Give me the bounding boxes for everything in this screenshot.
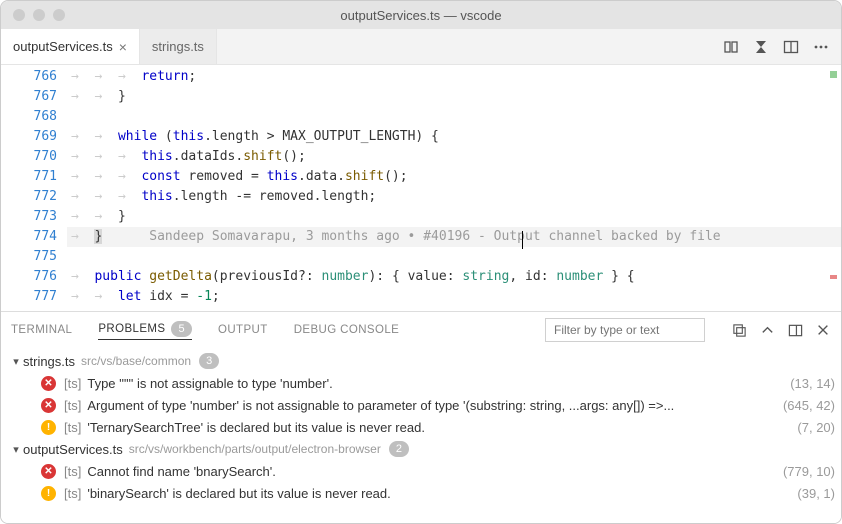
- line-number: 769: [1, 127, 67, 147]
- problems-file-header[interactable]: ▾ outputServices.ts src/vs/workbench/par…: [1, 438, 841, 460]
- line-number: 777: [1, 287, 67, 307]
- problem-message: Argument of type 'number' is not assigna…: [87, 398, 779, 413]
- problems-filter-input[interactable]: [545, 318, 705, 342]
- text-cursor: [522, 231, 523, 249]
- tab-problems[interactable]: PROBLEMS 5: [98, 321, 192, 340]
- line-number: 768: [1, 107, 67, 127]
- editor[interactable]: 766 767 768 769 770 771 772 773 774 775 …: [1, 65, 841, 311]
- compare-changes-icon[interactable]: [723, 39, 739, 55]
- overview-ruler[interactable]: [826, 65, 840, 311]
- error-icon: ✕: [41, 398, 56, 413]
- line-number: 774: [1, 227, 67, 247]
- problems-count-badge: 5: [171, 321, 192, 337]
- panel-tabbar: TERMINAL PROBLEMS 5 OUTPUT DEBUG CONSOLE: [1, 312, 841, 348]
- more-actions-icon[interactable]: [813, 39, 829, 55]
- titlebar: outputServices.ts — vscode: [1, 1, 841, 29]
- file-path: src/vs/base/common: [81, 354, 191, 368]
- problems-file-header[interactable]: ▾ strings.ts src/vs/base/common 3: [1, 350, 841, 372]
- close-icon[interactable]: ×: [119, 39, 127, 55]
- app-window: outputServices.ts — vscode outputService…: [0, 0, 842, 524]
- tab-label: outputServices.ts: [13, 39, 113, 54]
- line-number-gutter: 766 767 768 769 770 771 772 773 774 775 …: [1, 65, 67, 311]
- problem-item[interactable]: ✕ [ts] Type '""' is not assignable to ty…: [1, 372, 841, 394]
- line-number: 771: [1, 167, 67, 187]
- tab-output[interactable]: OUTPUT: [218, 324, 268, 336]
- open-changes-icon[interactable]: [753, 39, 769, 55]
- collapse-all-icon[interactable]: [731, 322, 747, 338]
- problem-location: (13, 14): [790, 376, 835, 391]
- line-number: 770: [1, 147, 67, 167]
- file-problem-count: 2: [389, 441, 409, 457]
- problem-source: [ts]: [64, 376, 81, 391]
- line-number: 772: [1, 187, 67, 207]
- problem-item[interactable]: ! [ts] 'TernarySearchTree' is declared b…: [1, 416, 841, 438]
- file-problem-count: 3: [199, 353, 219, 369]
- warning-icon: !: [41, 420, 56, 435]
- problem-source: [ts]: [64, 420, 81, 435]
- tab-terminal[interactable]: TERMINAL: [11, 324, 72, 336]
- line-number: 766: [1, 67, 67, 87]
- tabbar: outputServices.ts × strings.ts: [1, 29, 841, 65]
- minimize-window-button[interactable]: [33, 9, 45, 21]
- problem-location: (7, 20): [797, 420, 835, 435]
- tabbar-actions: [711, 29, 841, 64]
- git-blame-codelens[interactable]: Sandeep Somavarapu, 3 months ago • #4019…: [149, 229, 720, 244]
- tab-problems-label: PROBLEMS: [98, 323, 165, 335]
- close-panel-icon[interactable]: [815, 322, 831, 338]
- chevron-down-icon[interactable]: ▾: [9, 355, 23, 368]
- tab-debug-console[interactable]: DEBUG CONSOLE: [294, 324, 400, 336]
- problem-location: (779, 10): [783, 464, 835, 479]
- problem-message: 'TernarySearchTree' is declared but its …: [87, 420, 793, 435]
- problem-item[interactable]: ✕ [ts] Cannot find name 'bnarySearch'. (…: [1, 460, 841, 482]
- chevron-down-icon[interactable]: ▾: [9, 443, 23, 456]
- error-icon: ✕: [41, 464, 56, 479]
- problem-message: 'binarySearch' is declared but its value…: [87, 486, 793, 501]
- chevron-up-icon[interactable]: [759, 322, 775, 338]
- line-number: 767: [1, 87, 67, 107]
- tab-strings[interactable]: strings.ts: [140, 29, 217, 64]
- problem-source: [ts]: [64, 486, 81, 501]
- problem-item[interactable]: ! [ts] 'binarySearch' is declared but it…: [1, 482, 841, 504]
- window-controls: [1, 9, 65, 21]
- close-window-button[interactable]: [13, 9, 25, 21]
- file-path: src/vs/workbench/parts/output/electron-b…: [129, 442, 381, 456]
- line-number: 773: [1, 207, 67, 227]
- bottom-panel: TERMINAL PROBLEMS 5 OUTPUT DEBUG CONSOLE…: [1, 311, 841, 523]
- tab-label: strings.ts: [152, 39, 204, 54]
- problem-location: (645, 42): [783, 398, 835, 413]
- error-icon: ✕: [41, 376, 56, 391]
- line-number: 775: [1, 247, 67, 267]
- file-name: outputServices.ts: [23, 442, 123, 457]
- line-number: 776: [1, 267, 67, 287]
- problems-tree[interactable]: ▾ strings.ts src/vs/base/common 3 ✕ [ts]…: [1, 348, 841, 523]
- tab-output-services[interactable]: outputServices.ts ×: [1, 29, 140, 64]
- split-editor-icon[interactable]: [783, 39, 799, 55]
- warning-icon: !: [41, 486, 56, 501]
- problem-source: [ts]: [64, 464, 81, 479]
- problem-message: Type '""' is not assignable to type 'num…: [87, 376, 786, 391]
- problem-source: [ts]: [64, 398, 81, 413]
- code-area[interactable]: → → → return; → → } → → while (this.leng…: [67, 67, 841, 311]
- problem-message: Cannot find name 'bnarySearch'.: [87, 464, 779, 479]
- problem-item[interactable]: ✕ [ts] Argument of type 'number' is not …: [1, 394, 841, 416]
- toggle-layout-icon[interactable]: [787, 322, 803, 338]
- zoom-window-button[interactable]: [53, 9, 65, 21]
- file-name: strings.ts: [23, 354, 75, 369]
- window-title: outputServices.ts — vscode: [1, 8, 841, 23]
- problem-location: (39, 1): [797, 486, 835, 501]
